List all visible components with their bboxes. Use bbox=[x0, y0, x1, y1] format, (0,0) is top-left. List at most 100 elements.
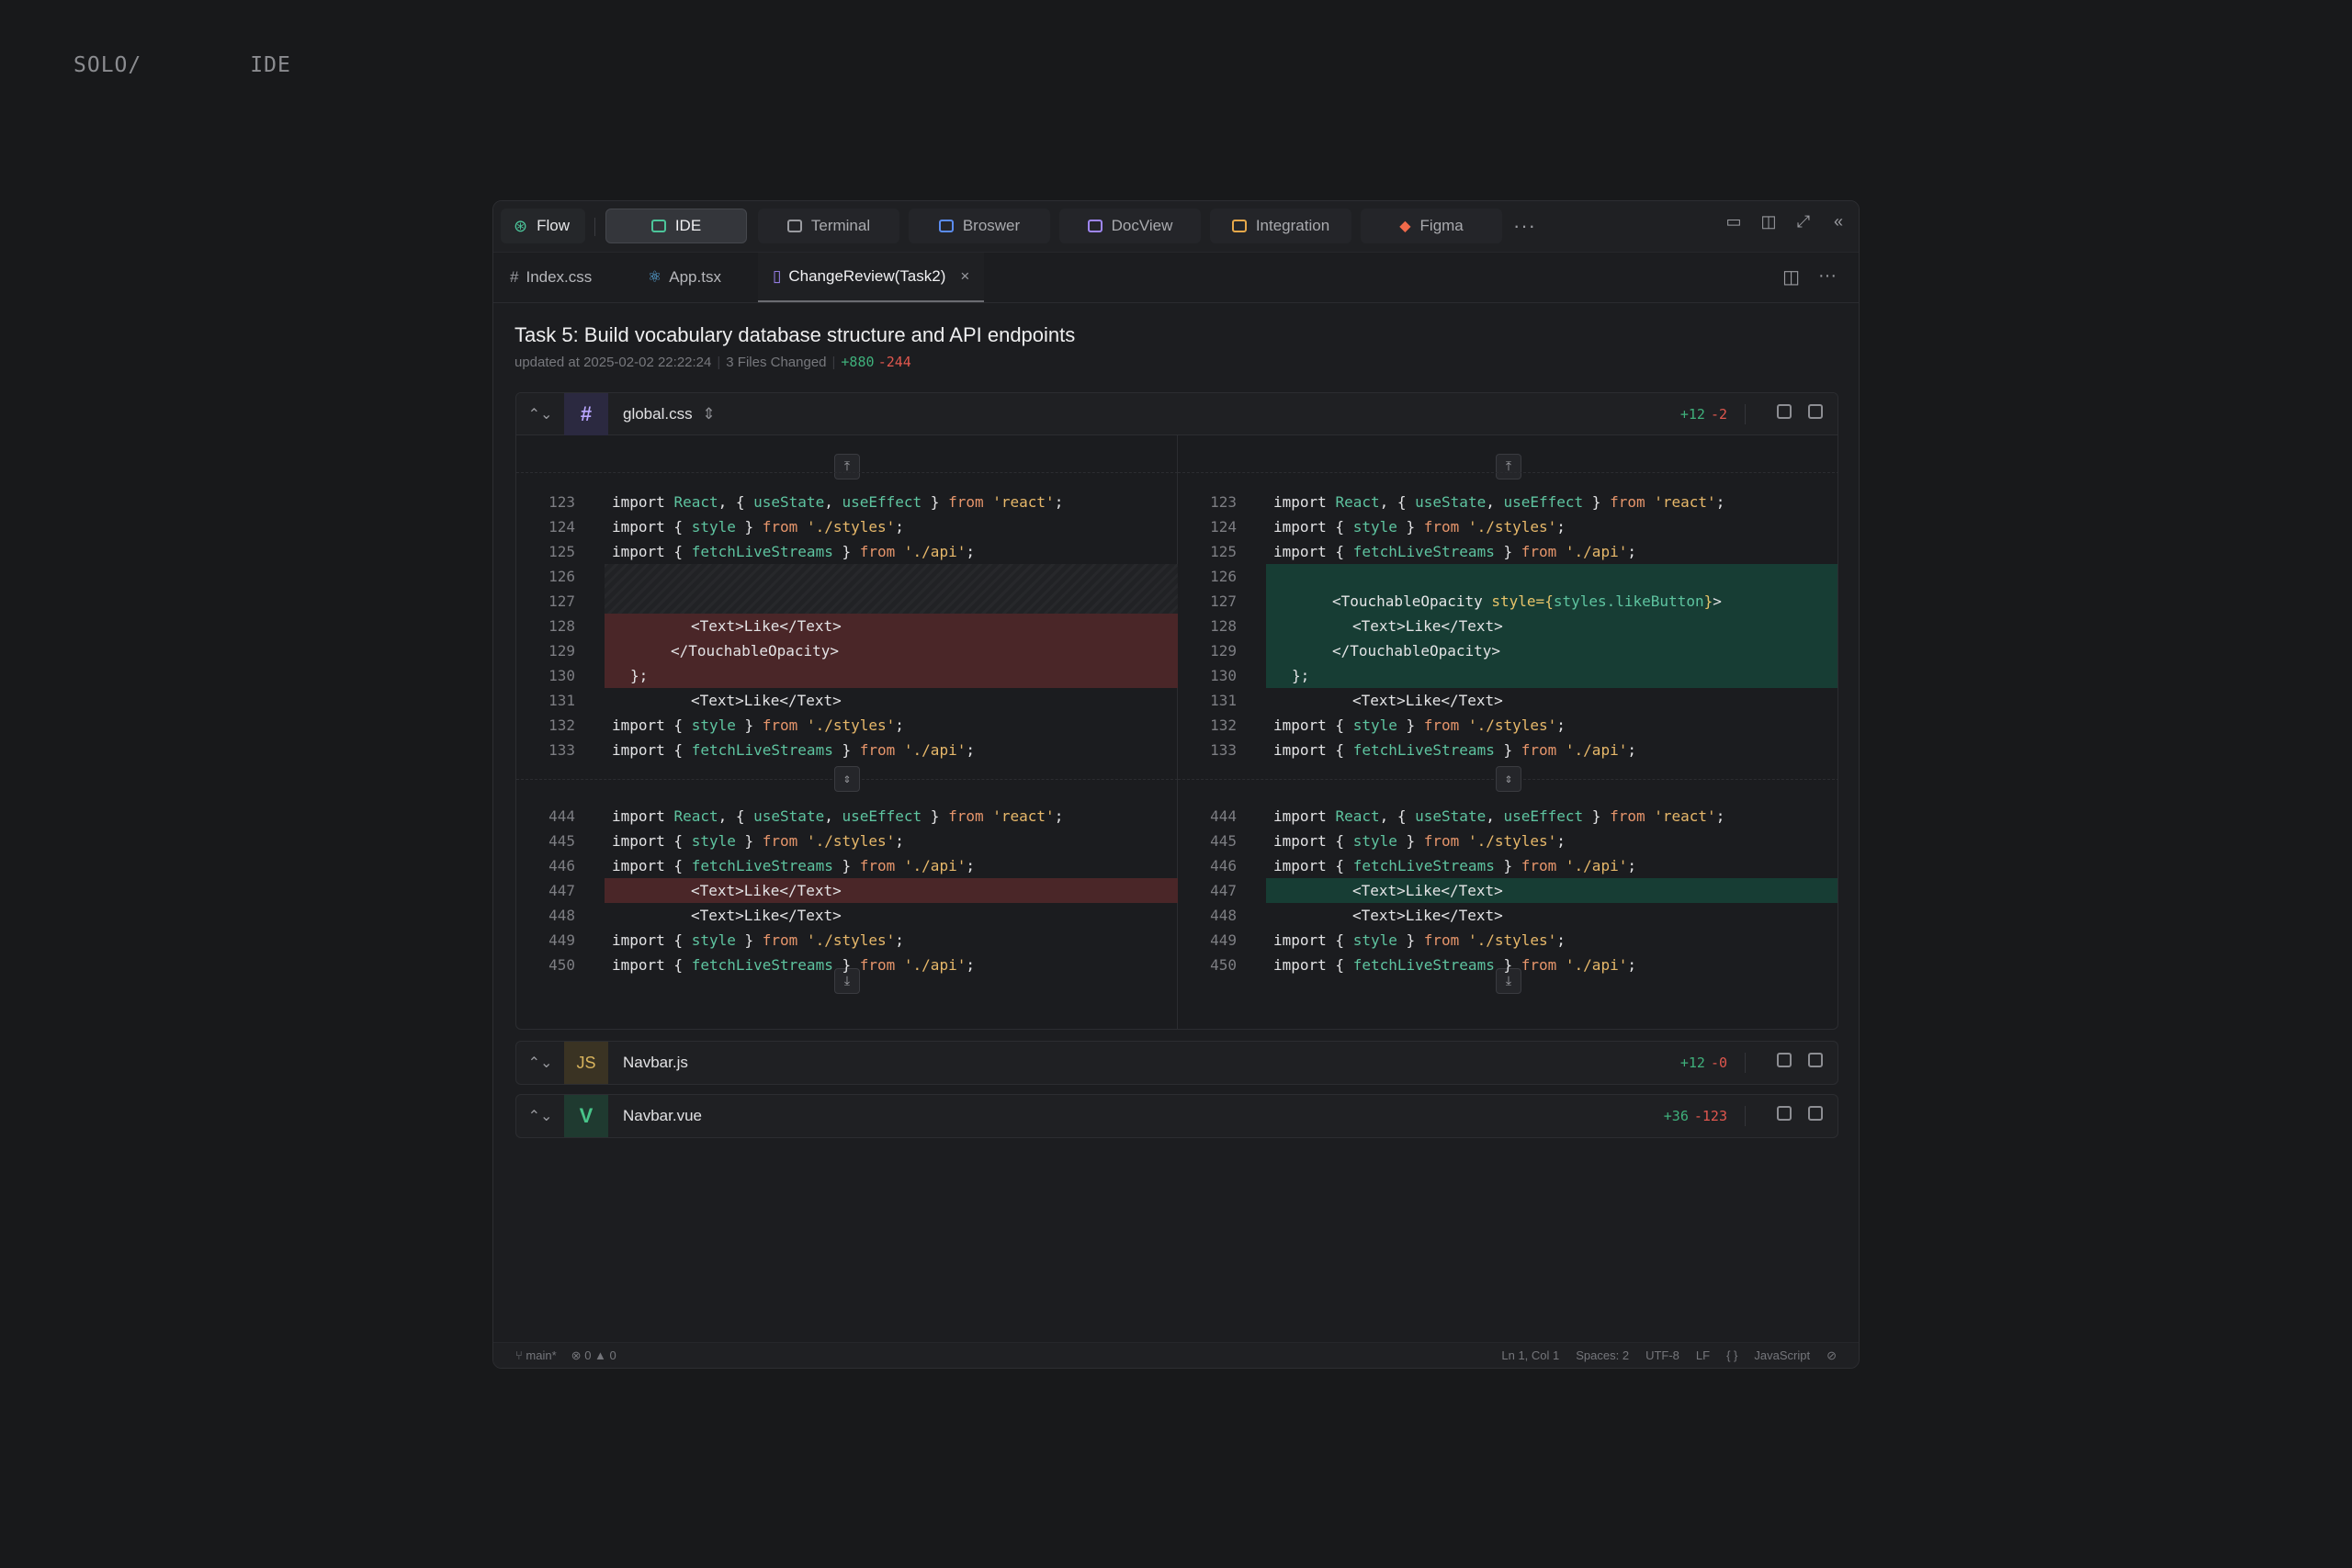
files-changed: 3 Files Changed bbox=[726, 355, 827, 370]
code-line: 450 import { fetchLiveStreams } from './a… bbox=[548, 956, 975, 974]
problems-indicator[interactable]: ⊗ 0 ▲ 0 bbox=[571, 1348, 616, 1363]
code-line: 445 import { style } from './styles'; bbox=[1210, 832, 1566, 850]
code-line: 129 </TouchableOpacity> bbox=[548, 642, 840, 660]
code-line: 131 <Text>Like</Text> bbox=[1210, 692, 1503, 709]
clipboard-icon[interactable] bbox=[1808, 404, 1823, 419]
clipboard-icon[interactable] bbox=[1808, 1053, 1823, 1067]
code-line: 133 import { fetchLiveStreams } from './a… bbox=[548, 741, 975, 759]
panel-right-icon[interactable]: ◫ bbox=[1759, 212, 1778, 231]
tab-label: ChangeReview(Task2) bbox=[788, 267, 946, 285]
more-icon[interactable]: ··· bbox=[1818, 265, 1837, 288]
tab-index-css[interactable]: # Index.css bbox=[495, 253, 606, 302]
tab-figma-label: Figma bbox=[1419, 217, 1464, 234]
react-icon: ⚛ bbox=[648, 268, 662, 286]
tab-figma[interactable]: ◆ Figma bbox=[1361, 209, 1502, 243]
expand-icon[interactable]: ⌃⌄ bbox=[516, 1042, 564, 1084]
hash-icon: # bbox=[510, 268, 519, 286]
code-line: 130}; bbox=[548, 667, 649, 684]
clipboard-icon[interactable] bbox=[1808, 1106, 1823, 1121]
code-line: 131 <Text>Like</Text> bbox=[548, 692, 842, 709]
expand-both-icon[interactable]: ⇕ bbox=[834, 766, 860, 792]
css-file-icon: # bbox=[564, 393, 608, 435]
code-line: 448 <Text>Like</Text> bbox=[548, 907, 842, 924]
tab-docview[interactable]: DocView bbox=[1059, 209, 1201, 243]
diff-modified: ⤒ ⇕ ⤓ 123 import React, { useState, useEf… bbox=[1178, 435, 1838, 1029]
review-meta: updated at 2025-02-02 22:22:24 | 3 Files C… bbox=[514, 354, 911, 370]
cursor-position[interactable]: Ln 1, Col 1 bbox=[1501, 1348, 1559, 1363]
file-stat: +12 -0 bbox=[1679, 1055, 1727, 1071]
code-line: 127 <TouchableOpacity style={styles.likeB… bbox=[1210, 592, 1722, 610]
branch-indicator[interactable]: ⑂ main* bbox=[515, 1348, 557, 1363]
tab-app-tsx[interactable]: ⚛ App.tsx bbox=[633, 253, 736, 302]
notifications-off-icon[interactable]: ⊘ bbox=[1826, 1348, 1837, 1363]
divider bbox=[594, 218, 595, 236]
indent-setting[interactable]: Spaces: 2 bbox=[1576, 1348, 1629, 1363]
file-stat: +36 -123 bbox=[1663, 1108, 1727, 1124]
code-line: 125 import { fetchLiveStreams } from './a… bbox=[1210, 543, 1636, 560]
js-file-icon: JS bbox=[564, 1042, 608, 1084]
braces-icon[interactable]: { } bbox=[1726, 1348, 1737, 1363]
code-icon bbox=[650, 220, 666, 232]
expand-up-icon[interactable]: ⤒ bbox=[1496, 454, 1521, 479]
copy-icon[interactable] bbox=[1777, 404, 1792, 419]
browser-icon bbox=[938, 220, 954, 232]
top-toolbar: ⊛ Flow IDE Terminal Broswer DocView Inte… bbox=[493, 201, 1859, 253]
more-icon[interactable]: ··· bbox=[1513, 214, 1536, 238]
code-line: 128 <Text>Like</Text> bbox=[548, 617, 842, 635]
diff-row-navbar-vue[interactable]: ⌃⌄ V Navbar.vue +36 -123 bbox=[515, 1094, 1838, 1138]
copy-icon[interactable] bbox=[1777, 1106, 1792, 1121]
language-mode[interactable]: JavaScript bbox=[1754, 1348, 1810, 1363]
mail-icon bbox=[1231, 220, 1247, 232]
code-line: 127 bbox=[548, 592, 575, 610]
flow-button[interactable]: ⊛ Flow bbox=[501, 209, 585, 243]
expand-icon[interactable]: ⌃⌄ bbox=[516, 1095, 564, 1137]
tab-integration[interactable]: Integration bbox=[1210, 209, 1351, 243]
book-icon bbox=[1087, 220, 1102, 232]
copy-icon[interactable] bbox=[1777, 1053, 1792, 1067]
total-added: +880 bbox=[841, 354, 875, 370]
diff-row-navbar-js[interactable]: ⌃⌄ JS Navbar.js +12 -0 bbox=[515, 1041, 1838, 1085]
tab-change-review[interactable]: ▯ ChangeReview(Task2) × bbox=[758, 253, 985, 302]
code-line: 450 import { fetchLiveStreams } from './a… bbox=[1210, 956, 1636, 974]
encoding[interactable]: UTF-8 bbox=[1645, 1348, 1679, 1363]
code-line: 445 import { style } from './styles'; bbox=[548, 832, 904, 850]
tab-docview-label: DocView bbox=[1111, 217, 1173, 234]
tab-label: App.tsx bbox=[669, 268, 721, 286]
tab-browser[interactable]: Broswer bbox=[909, 209, 1050, 243]
code-line: 449 import { style } from './styles'; bbox=[1210, 931, 1566, 949]
expand-both-icon[interactable]: ⇕ bbox=[1496, 766, 1521, 792]
file-name[interactable]: Navbar.vue bbox=[623, 1107, 702, 1125]
code-line: 125 import { fetchLiveStreams } from './a… bbox=[548, 543, 975, 560]
code-line: 132 import { style } from './styles'; bbox=[548, 716, 904, 734]
total-removed: -244 bbox=[877, 354, 911, 370]
code-line: 123 import React, { useState, useEffect }… bbox=[1210, 493, 1725, 511]
brand: SOLO/IDE bbox=[74, 53, 291, 77]
split-icon[interactable]: ◫ bbox=[1782, 265, 1800, 288]
file-name[interactable]: Navbar.js bbox=[623, 1054, 688, 1072]
sort-icon[interactable]: ⇕ bbox=[702, 405, 715, 423]
tab-tools: ◫ ··· bbox=[1782, 265, 1837, 288]
expand-icon[interactable]: ⤢ bbox=[1794, 212, 1813, 231]
updated-at: updated at 2025-02-02 22:22:24 bbox=[514, 355, 712, 370]
file-actions bbox=[1777, 1106, 1823, 1121]
ide-window: ⊛ Flow IDE Terminal Broswer DocView Inte… bbox=[492, 200, 1860, 1369]
code-line: 133 import { fetchLiveStreams } from './a… bbox=[1210, 741, 1636, 759]
code-line: 447 <Text>Like</Text> bbox=[548, 882, 842, 899]
collapse-icon[interactable]: ⌃⌄ bbox=[516, 393, 564, 435]
line-ending[interactable]: LF bbox=[1696, 1348, 1710, 1363]
collapse-icon[interactable]: « bbox=[1829, 212, 1848, 231]
close-icon[interactable]: × bbox=[960, 267, 969, 286]
code-line: 448 <Text>Like</Text> bbox=[1210, 907, 1503, 924]
window-tools: ▭ ◫ ⤢ « bbox=[1724, 212, 1848, 231]
tab-ide[interactable]: IDE bbox=[605, 209, 747, 243]
tab-terminal[interactable]: Terminal bbox=[758, 209, 899, 243]
code-line: 446 import { fetchLiveStreams } from './a… bbox=[1210, 857, 1636, 874]
file-name[interactable]: global.css ⇕ bbox=[623, 405, 716, 423]
flow-icon: ⊛ bbox=[514, 216, 528, 235]
diff-panel-global-css: ⌃⌄ # global.css ⇕ +12 -2 ⤒ ⇕ ⤓ 123 import … bbox=[515, 392, 1838, 1030]
code-line: 128 <Text>Like</Text> bbox=[1210, 617, 1503, 635]
code-line: 123 import React, { useState, useEffect }… bbox=[548, 493, 1064, 511]
code-line: 124 import { style } from './styles'; bbox=[1210, 518, 1566, 536]
panel-bottom-icon[interactable]: ▭ bbox=[1724, 212, 1743, 231]
expand-up-icon[interactable]: ⤒ bbox=[834, 454, 860, 479]
